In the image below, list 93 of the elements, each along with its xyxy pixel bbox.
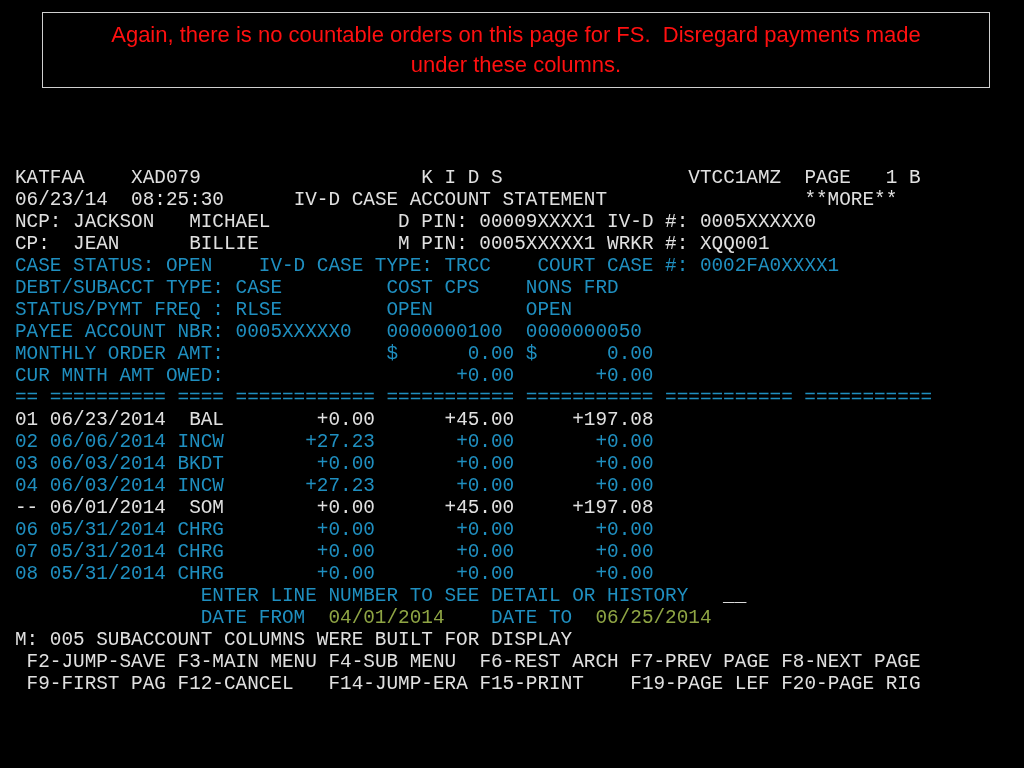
terminal-text: +197.08 [572, 497, 654, 519]
terminal-text: COST CPS [386, 277, 480, 299]
terminal-text: +0.00 [595, 453, 654, 475]
terminal-text: -- 06/01/2014 [15, 497, 166, 519]
terminal-text: CASE STATUS: OPEN [15, 255, 213, 277]
terminal-text: 02 06/06/2014 INCW [15, 431, 224, 453]
terminal-text: MONTHLY ORDER AMT: [15, 343, 224, 365]
input-field[interactable]: __ [723, 585, 747, 607]
terminal-text: F6-REST ARCH [479, 651, 619, 673]
terminal-text: PAGE [804, 167, 851, 189]
terminal-text: +0.00 [456, 365, 515, 387]
terminal-text: BAL [189, 409, 224, 431]
terminal-text: F12-CANCEL [177, 673, 294, 695]
terminal-text: NONS FRD [525, 277, 619, 299]
terminal-text: 06/23/14 [15, 189, 108, 211]
terminal-text: +45.00 [444, 497, 515, 519]
terminal-text: 01 06/23/2014 [15, 409, 166, 431]
terminal-text: 03 06/03/2014 BKDT [15, 453, 224, 475]
terminal-text: MICHAEL [189, 211, 271, 233]
terminal-text: +0.00 [456, 453, 515, 475]
terminal-text: 06 05/31/2014 CHRG [15, 519, 224, 541]
terminal-text: F15-PRINT [479, 673, 584, 695]
terminal-text: K I D S [421, 167, 503, 189]
terminal-text: D PIN: 00009XXXX1 [398, 211, 596, 233]
terminal-text: $ [386, 343, 399, 365]
terminal-text: +45.00 [444, 409, 515, 431]
terminal-text: +0.00 [316, 453, 375, 475]
terminal-text: F3-MAIN MENU [177, 651, 317, 673]
terminal-text: XAD079 [131, 167, 201, 189]
terminal-text: +0.00 [595, 475, 654, 497]
terminal-text: +0.00 [456, 541, 515, 563]
terminal-text: 04/01/2014 [328, 607, 445, 629]
terminal-text: BILLIE [189, 233, 259, 255]
terminal-text: 1 B [885, 167, 921, 189]
terminal-text: NCP: JACKSON [15, 211, 155, 233]
terminal-text: +0.00 [316, 497, 375, 519]
terminal-text: == ========== ==== ============ =========== =========== =========== =========== [15, 387, 933, 409]
terminal-text: VTCC1AMZ [688, 167, 782, 189]
terminal-text: M PIN: 0005XXXXX1 [398, 233, 596, 255]
terminal-text: **MORE** [804, 189, 898, 211]
terminal-text: F8-NEXT PAGE [781, 651, 921, 673]
terminal-text: 0000000050 [525, 321, 642, 343]
terminal-text: OPEN [386, 299, 433, 321]
terminal-text: +197.08 [572, 409, 654, 431]
terminal-text: DATE TO [490, 607, 573, 629]
terminal-text: CP: [15, 233, 50, 255]
terminal-text: +0.00 [316, 519, 375, 541]
terminal-text: +0.00 [595, 431, 654, 453]
terminal-text: +0.00 [595, 365, 654, 387]
terminal-text: F14-JUMP-ERA [328, 673, 468, 695]
terminal-text: OPEN [525, 299, 573, 321]
terminal-text: 06/25/2014 [595, 607, 712, 629]
terminal-text: 0.00 $ [467, 343, 538, 365]
terminal-text: 0.00 [607, 343, 654, 365]
terminal-text: STATUS/PYMT FREQ : RLSE [15, 299, 282, 321]
terminal-text: F19-PAGE LEF [630, 673, 770, 695]
terminal-text: 08:25:30 [131, 189, 224, 211]
terminal-text: DATE FROM [200, 607, 306, 629]
terminal-text: CUR MNTH AMT OWED: [15, 365, 224, 387]
terminal-text: IV-D CASE TYPE: TRCC [258, 255, 491, 277]
terminal-text: SOM [189, 497, 224, 519]
terminal-text: +0.00 [456, 475, 515, 497]
terminal-text: +0.00 [316, 409, 375, 431]
terminal-text: F20-PAGE RIG [781, 673, 921, 695]
terminal-text: PAYEE ACCOUNT NBR: 0005XXXXX0 [15, 321, 352, 343]
terminal-text: +0.00 [316, 541, 375, 563]
terminal-text: COURT CASE #: 0002FA0XXXX1 [537, 255, 840, 277]
terminal-text: 07 05/31/2014 CHRG [15, 541, 224, 563]
terminal-text: ENTER LINE NUMBER TO SEE DETAIL OR HISTORY [200, 585, 689, 607]
terminal-text: 0000000100 [386, 321, 503, 343]
terminal-text: +0.00 [595, 541, 654, 563]
terminal-text: 08 05/31/2014 CHRG [15, 563, 224, 585]
terminal-text: KATFAA [15, 167, 85, 189]
terminal-text: +27.23 [305, 431, 375, 453]
terminal-text: +0.00 [456, 563, 515, 585]
terminal-text: F4-SUB MENU [328, 651, 457, 673]
terminal-text: +0.00 [456, 431, 515, 453]
terminal-text: +0.00 [316, 563, 375, 585]
terminal-text: DEBT/SUBACCT TYPE: CASE [15, 277, 282, 299]
terminal-text: F7-PREV PAGE [630, 651, 770, 673]
terminal-text: 04 06/03/2014 INCW [15, 475, 224, 497]
terminal-text: M: 005 SUBACCOUNT COLUMNS WERE BUILT FOR DISPLAY [15, 629, 573, 651]
terminal-text: +0.00 [456, 519, 515, 541]
terminal-text: F2-JUMP-SAVE [26, 651, 166, 673]
notice-callout: Again, there is no countable orders on this page for FS. Disregard payments made under these columns. [42, 12, 990, 88]
terminal-text: +0.00 [595, 563, 654, 585]
terminal-text: +27.23 [305, 475, 375, 497]
terminal-text: F9-FIRST PAG [26, 673, 166, 695]
terminal-text: IV-D CASE ACCOUNT STATEMENT [293, 189, 608, 211]
terminal-text: +0.00 [595, 519, 654, 541]
terminal-text: IV-D #: 0005XXXXX0 [607, 211, 816, 233]
terminal-text: WRKR #: XQQ001 [607, 233, 770, 255]
terminal-text: JEAN [73, 233, 120, 255]
